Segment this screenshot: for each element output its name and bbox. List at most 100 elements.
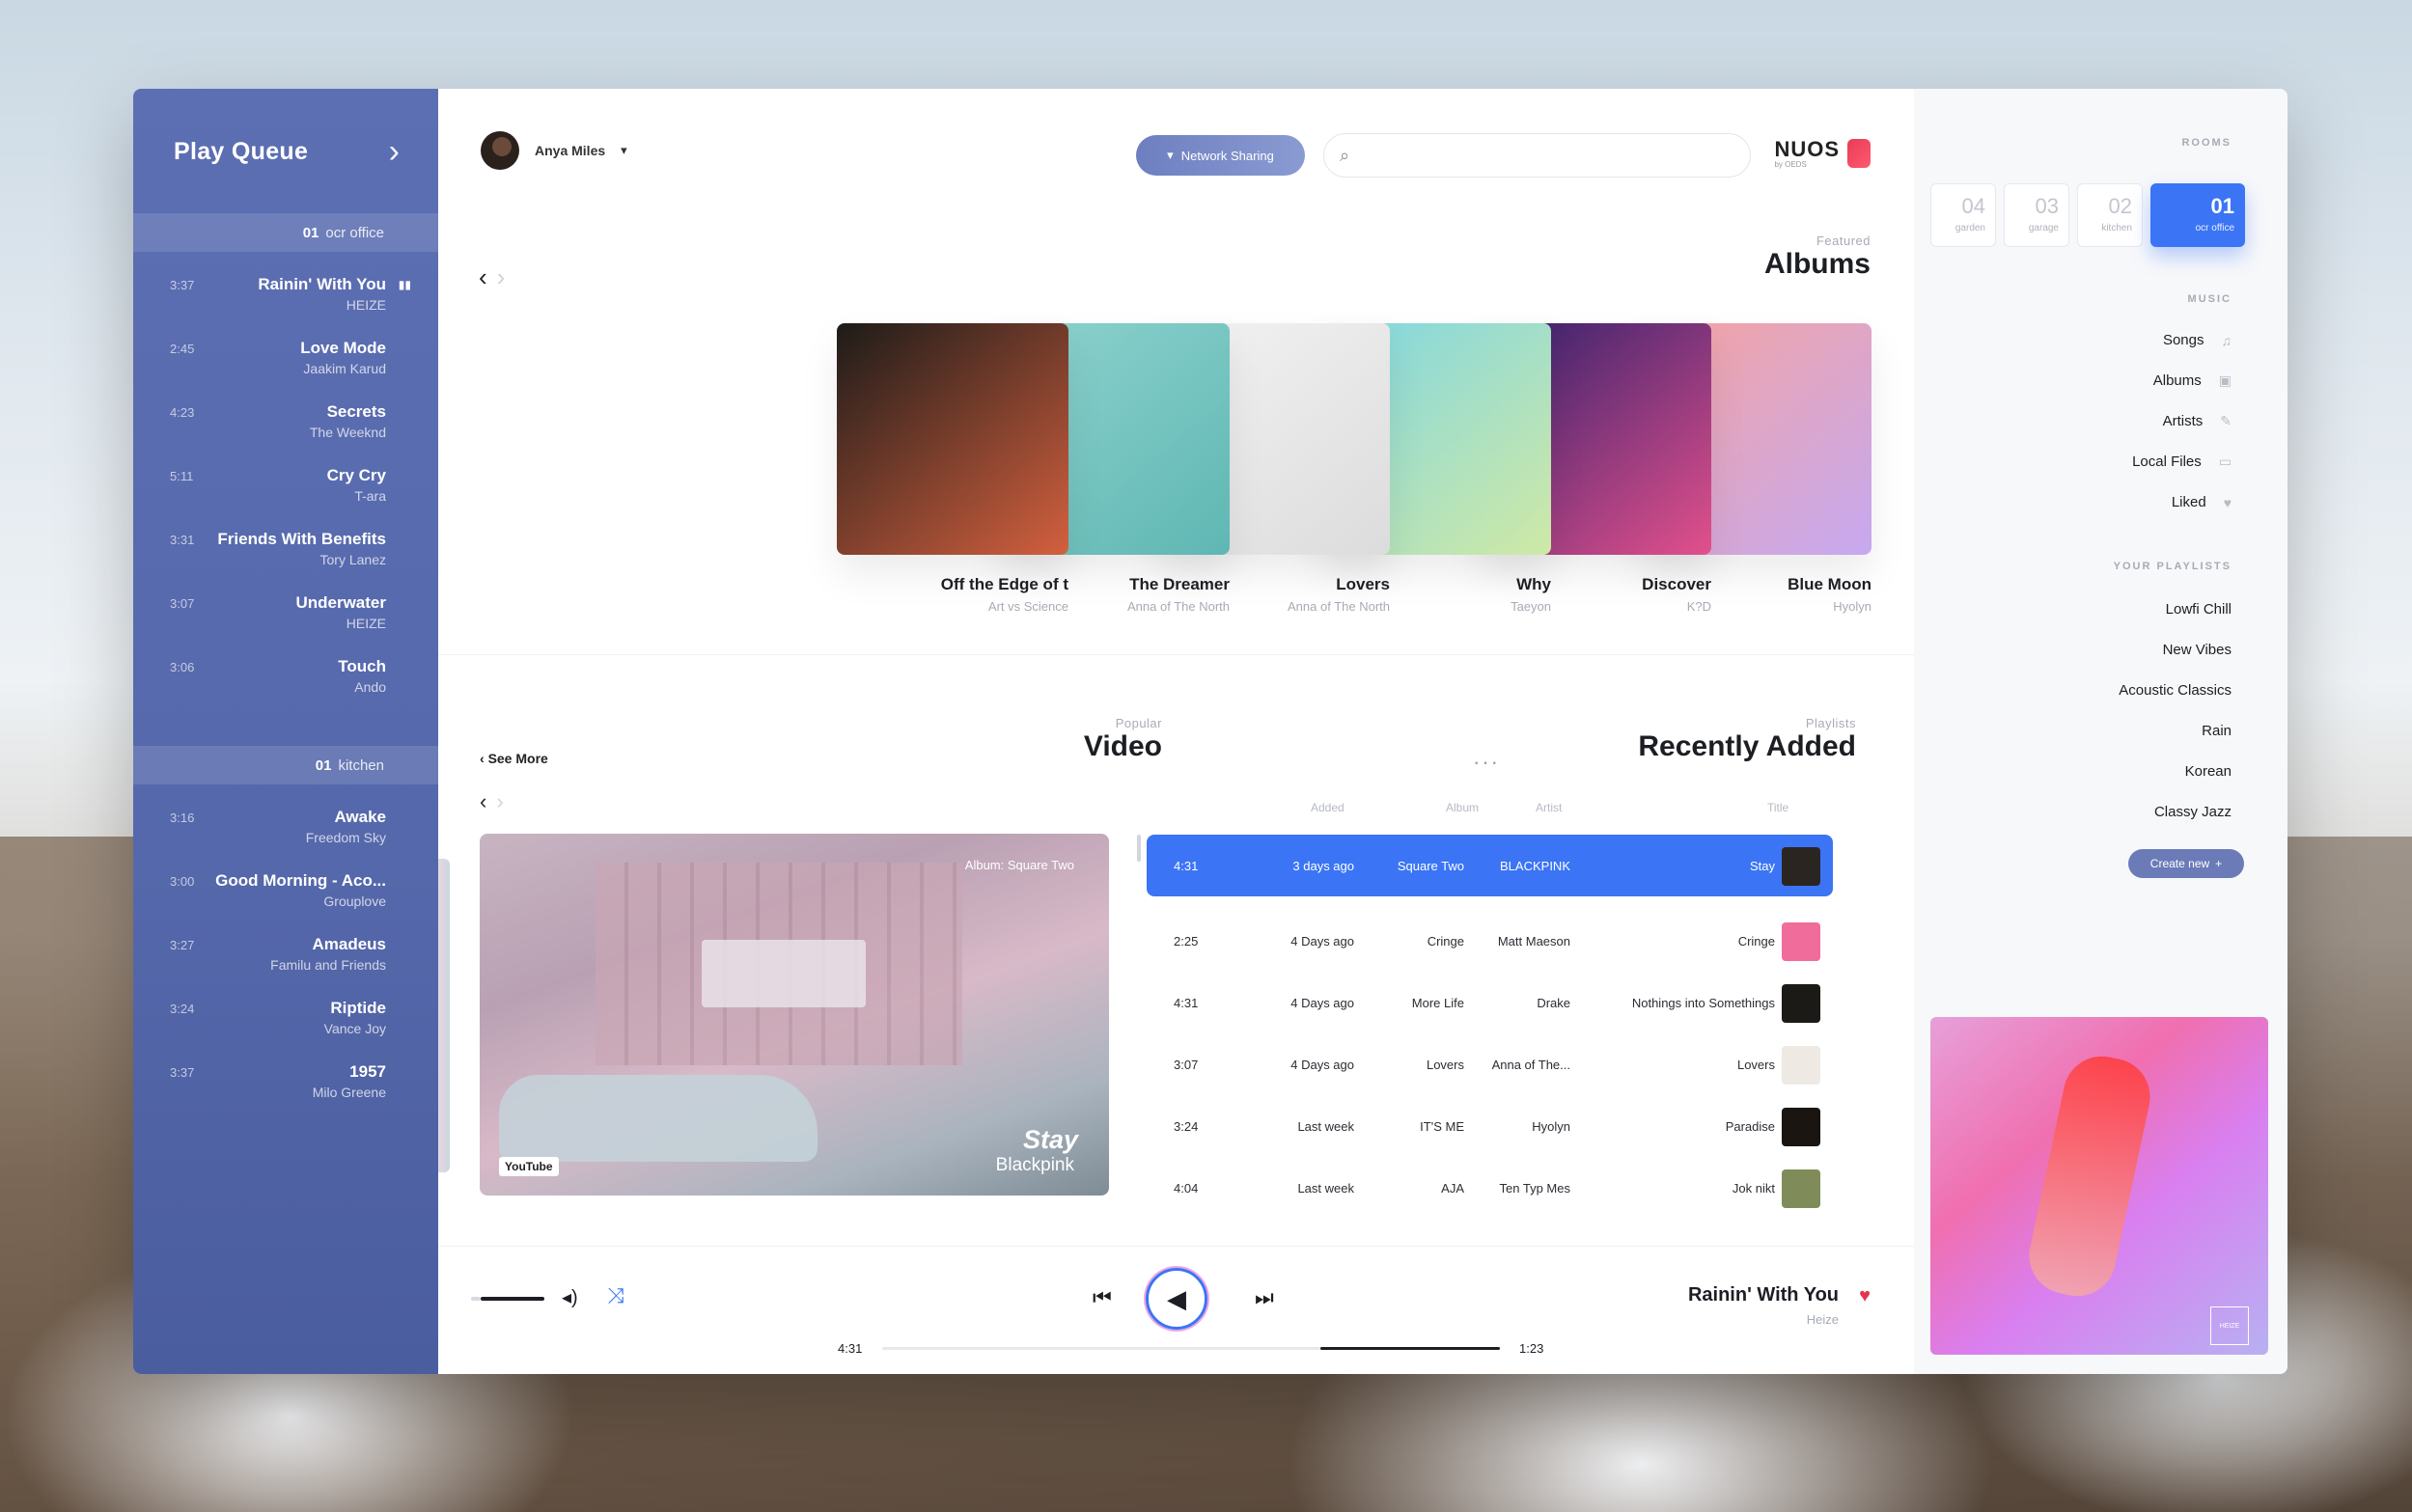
- more-options-icon[interactable]: ···: [1473, 750, 1500, 775]
- track-thumbnail: [1782, 1169, 1820, 1208]
- queue-item-duration: 3:06: [170, 660, 195, 674]
- queue-item-artist: Grouplove: [323, 893, 386, 909]
- room-tab[interactable]: 04 garden: [1930, 183, 1996, 247]
- network-sharing-button[interactable]: ▾ Network Sharing: [1136, 135, 1305, 176]
- scrollbar[interactable]: [1137, 835, 1141, 862]
- sidebar-item-artists[interactable]: Artists ✎: [2163, 413, 2232, 429]
- sidebar-item-liked[interactable]: Liked ♥: [2172, 494, 2232, 510]
- table-row[interactable]: Jok nikt Ten Typ Mes AJA Last week 4:04: [1147, 1157, 1833, 1219]
- see-more-label: See More: [487, 751, 548, 766]
- chevron-right-icon[interactable]: ›: [497, 262, 506, 292]
- progress-bar[interactable]: [882, 1347, 1500, 1350]
- table-row[interactable]: Lovers Anna of The... Lovers 4 Days ago …: [1147, 1033, 1833, 1095]
- column-header-title: Title: [1767, 801, 1789, 814]
- queue-room-header[interactable]: 01 ocr office: [133, 213, 438, 252]
- track-title: Stay: [1749, 859, 1775, 873]
- queue-item-text: Riptide Vance Joy: [324, 999, 386, 1036]
- queue-item[interactable]: 3:37 1957 Milo Greene: [133, 1051, 438, 1114]
- queue-item[interactable]: 5:11 Cry Cry T-ara: [133, 454, 438, 518]
- track-album: Lovers: [1426, 1058, 1464, 1072]
- queue-item[interactable]: 3:31 Friends With Benefits Tory Lanez: [133, 518, 438, 582]
- queue-item-text: Rainin' With You HEIZE: [258, 275, 386, 313]
- queue-groups: 01 ocr office 3:37 Rainin' With You HEIZE …: [133, 213, 438, 1114]
- album-cover: [837, 323, 1068, 555]
- album-card[interactable]: Off the Edge of t Art vs Science: [837, 323, 1068, 614]
- album-carousel: Blue Moon Hyolyn Discover K?D Why Taeyon…: [438, 323, 1871, 632]
- room-tab[interactable]: 03 garage: [2004, 183, 2069, 247]
- chevron-left-icon[interactable]: ‹: [479, 262, 487, 292]
- table-row[interactable]: Stay BLACKPINK Square Two 3 days ago 4:3…: [1147, 835, 1833, 896]
- queue-item[interactable]: 3:37 Rainin' With You HEIZE ▮▮: [133, 263, 438, 327]
- track-album: Cringe: [1427, 934, 1464, 948]
- queue-item-artist: T-ara: [354, 488, 386, 504]
- track-thumbnail: [1782, 1108, 1820, 1146]
- current-time: 1:23: [1519, 1341, 1544, 1356]
- queue-item[interactable]: 3:07 Underwater HEIZE: [133, 582, 438, 646]
- chevron-right-icon[interactable]: ›: [389, 133, 400, 171]
- see-more-link[interactable]: ‹ See More: [480, 751, 548, 766]
- room-tab[interactable]: 01 ocr office: [2150, 183, 2245, 247]
- shuffle-icon[interactable]: ⤨: [607, 1283, 624, 1308]
- video-album: Album: Square Two: [964, 858, 1074, 872]
- queue-item[interactable]: 2:45 Love Mode Jaakim Karud: [133, 327, 438, 391]
- sidebar-item-local-files[interactable]: Local Files ▭: [2132, 454, 2232, 470]
- queue-item-title: Secrets: [326, 402, 386, 421]
- queue-item[interactable]: 3:06 Touch Ando: [133, 646, 438, 709]
- queue-item[interactable]: 3:24 Riptide Vance Joy: [133, 987, 438, 1051]
- next-icon[interactable]: ⏭: [1255, 1285, 1274, 1310]
- table-row[interactable]: Nothings into Somethings Drake More Life…: [1147, 972, 1833, 1033]
- queue-item-duration: 3:37: [170, 1065, 195, 1080]
- previous-icon[interactable]: ⏮: [1093, 1285, 1112, 1310]
- playlist-item[interactable]: Lowfi Chill: [2166, 601, 2232, 618]
- queue-item[interactable]: 3:00 Good Morning - Aco... Grouplove: [133, 860, 438, 923]
- playlist-item[interactable]: New Vibes: [2163, 642, 2232, 658]
- room-tab[interactable]: 02 kitchen: [2077, 183, 2143, 247]
- video-artist: Blackpink: [995, 1155, 1074, 1175]
- speaker-icon[interactable]: ◂): [562, 1285, 578, 1309]
- play-button[interactable]: ◀: [1146, 1268, 1207, 1330]
- table-row[interactable]: Paradise Hyolyn IT'S ME Last week 3:24: [1147, 1095, 1833, 1157]
- queue-item-text: Touch Ando: [338, 657, 386, 695]
- queue-item-duration: 3:37: [170, 278, 195, 292]
- queue-item-text: Good Morning - Aco... Grouplove: [215, 871, 386, 909]
- track-added: Last week: [1297, 1119, 1354, 1134]
- video-card-partial[interactable]: [438, 859, 450, 1172]
- search-input[interactable]: [1359, 147, 1727, 164]
- search-box[interactable]: ⌕: [1323, 133, 1751, 178]
- queue-item-title: Cry Cry: [326, 466, 386, 484]
- queue-item-duration: 3:24: [170, 1002, 195, 1016]
- sidebar-item-albums[interactable]: Albums ▣: [2153, 372, 2232, 389]
- sidebar-item-label: Albums: [2152, 372, 2202, 389]
- queue-item-title: 1957: [349, 1062, 386, 1081]
- queue-room-header[interactable]: 01 kitchen: [133, 746, 438, 784]
- playlist-item[interactable]: Classy Jazz: [2154, 804, 2232, 820]
- queue-item[interactable]: 4:23 Secrets The Weeknd: [133, 391, 438, 454]
- sidebar-item-songs[interactable]: Songs ♫: [2163, 332, 2232, 348]
- play-queue-header: Play Queue ›: [133, 89, 438, 171]
- queue-item[interactable]: 3:27 Amadeus Familu and Friends: [133, 923, 438, 987]
- table-row[interactable]: Cringe Matt Maeson Cringe 4 Days ago 2:2…: [1147, 910, 1833, 972]
- folder-icon: ▭: [2218, 454, 2232, 469]
- queue-item-title: Friends With Benefits: [217, 530, 386, 548]
- column-header-added: Added: [1311, 801, 1345, 814]
- queue-item-duration: 3:27: [170, 938, 195, 952]
- queue-item-artist: HEIZE: [346, 616, 386, 631]
- queue-item[interactable]: 3:16 Awake Freedom Sky: [133, 796, 438, 860]
- rooms-sidebar: ROOMS 04 garden 03 garage 02 kitchen 01 ocr off…: [1914, 89, 2287, 1374]
- create-new-button[interactable]: Create new +: [2128, 849, 2244, 878]
- user-menu[interactable]: Anya Miles ▾: [481, 131, 627, 170]
- playlist-item[interactable]: Korean: [2185, 763, 2232, 780]
- track-duration: 3:07: [1174, 1058, 1199, 1072]
- track-artist: Matt Maeson: [1497, 934, 1570, 948]
- heart-icon[interactable]: ♥: [1859, 1285, 1871, 1307]
- video-card[interactable]: Album: Square Two Stay Blackpink YouTube: [480, 834, 1109, 1196]
- section-subtitle: Featured: [1816, 234, 1871, 248]
- track-artist: Ten Typ Mes: [1499, 1181, 1570, 1196]
- playlist-item[interactable]: Acoustic Classics: [2119, 682, 2232, 699]
- chevron-left-icon[interactable]: ‹: [480, 789, 486, 814]
- track-artist: Drake: [1537, 996, 1570, 1010]
- volume-slider[interactable]: [471, 1297, 544, 1301]
- chevron-right-icon[interactable]: ›: [496, 789, 503, 814]
- queue-item-text: Underwater HEIZE: [295, 593, 386, 631]
- playlist-item[interactable]: Rain: [2202, 723, 2232, 739]
